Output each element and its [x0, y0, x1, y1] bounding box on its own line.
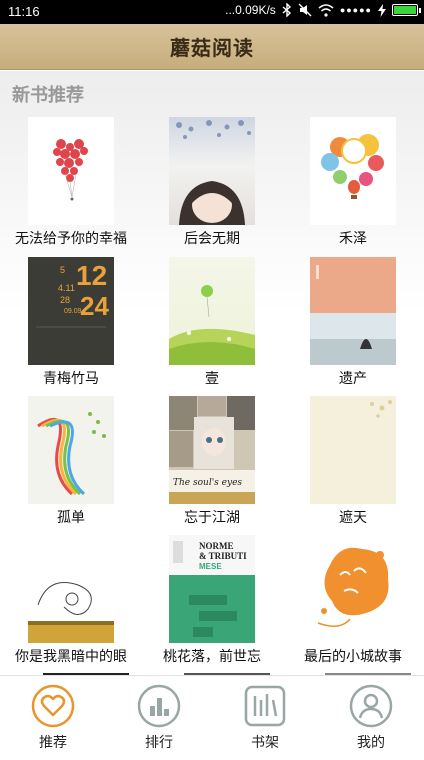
- svg-text:The soul's eyes: The soul's eyes: [173, 478, 242, 488]
- orange-splash-art: [317, 547, 389, 627]
- book-title[interactable]: 禾泽: [283, 228, 423, 248]
- book-title[interactable]: 孤单: [1, 507, 141, 527]
- green-block-art: NORME & TRIBUTI MESE: [169, 535, 255, 643]
- book-cover[interactable]: [310, 117, 396, 225]
- book-title[interactable]: 最后的小城故事: [283, 646, 423, 666]
- book-title[interactable]: 桃花落，前世忘: [142, 646, 282, 666]
- book-cover[interactable]: [28, 535, 114, 643]
- svg-text:12: 12: [76, 260, 107, 291]
- svg-text:09.09: 09.09: [64, 308, 82, 315]
- book-item[interactable]: The soul's eyes 忘于江湖: [142, 396, 282, 527]
- status-bar: 11:16 ...0.09K/s ●●●●●: [0, 0, 424, 24]
- tab-bookshelf[interactable]: 书架: [212, 676, 318, 760]
- book-item[interactable]: 禾泽: [283, 117, 423, 248]
- book-cover[interactable]: 5 12 4.11 28 24 09.09: [28, 257, 114, 365]
- bookshelf-icon[interactable]: [243, 684, 287, 728]
- bottom-tab-bar: 推荐 排行 书架 我的: [0, 675, 424, 760]
- book-title[interactable]: 壹: [142, 368, 282, 388]
- bluetooth-icon: [282, 3, 291, 17]
- book-cover[interactable]: [310, 535, 396, 643]
- book-item[interactable]: 无法给予你的幸福: [1, 117, 141, 248]
- book-item[interactable]: 后会无期: [142, 117, 282, 248]
- photo-collage-art: The soul's eyes: [169, 396, 255, 504]
- book-cover[interactable]: [28, 396, 114, 504]
- svg-text:MESE: MESE: [199, 562, 222, 571]
- section-title: 新书推荐: [12, 85, 84, 106]
- heart-icon[interactable]: [31, 684, 75, 728]
- network-speed: ...0.09K/s: [225, 3, 276, 17]
- book-cover[interactable]: [28, 117, 114, 225]
- svg-text:28: 28: [60, 295, 70, 305]
- book-cover[interactable]: The soul's eyes: [169, 396, 255, 504]
- tab-ranking[interactable]: 排行: [106, 676, 212, 760]
- book-item[interactable]: 你是我黑暗中的眼: [1, 535, 141, 666]
- wifi-icon: [318, 3, 334, 17]
- rainbow-swirl-art: [37, 412, 106, 496]
- svg-text:4.11: 4.11: [58, 283, 75, 293]
- tab-mine[interactable]: 我的: [318, 676, 424, 760]
- book-title[interactable]: 遗产: [283, 368, 423, 388]
- app-header: 蘑菇阅读: [0, 24, 424, 70]
- recommend-page[interactable]: 新书推荐 无法给予你的幸福 后会无期 禾泽 5 12 4.11 28 24 09…: [0, 71, 424, 675]
- tab-label: 推荐: [39, 735, 67, 751]
- battery-icon: [392, 4, 421, 16]
- book-cover[interactable]: [169, 117, 255, 225]
- book-item[interactable]: 壹: [142, 257, 282, 388]
- book-item[interactable]: 遮天: [283, 396, 423, 527]
- tab-label: 书架: [251, 735, 279, 751]
- book-item[interactable]: 孤单: [1, 396, 141, 527]
- tab-label: 我的: [357, 735, 385, 751]
- colorful-balloon-art: [321, 134, 384, 199]
- book-title[interactable]: 遮天: [283, 507, 423, 527]
- book-title[interactable]: 青梅竹马: [1, 368, 141, 388]
- status-icons: ...0.09K/s ●●●●●: [225, 3, 421, 17]
- book-item[interactable]: 5 12 4.11 28 24 09.09 青梅竹马: [1, 257, 141, 388]
- book-cover[interactable]: [310, 257, 396, 365]
- book-title[interactable]: 无法给予你的幸福: [1, 228, 141, 248]
- heart-balloons-art: [53, 139, 88, 201]
- book-item[interactable]: 最后的小城故事: [283, 535, 423, 666]
- book-title[interactable]: 你是我黑暗中的眼: [1, 646, 141, 666]
- app-title: 蘑菇阅读: [170, 36, 254, 60]
- signal-strength: ●●●●●: [339, 5, 372, 15]
- book-item[interactable]: 遗产: [283, 257, 423, 388]
- mute-icon: [298, 3, 312, 17]
- line-sketch-art: [28, 582, 114, 643]
- svg-text:24: 24: [80, 291, 109, 321]
- bar-chart-icon[interactable]: [137, 684, 181, 728]
- cream-floral-art: [370, 400, 392, 418]
- tab-label: 排行: [145, 735, 173, 751]
- user-icon[interactable]: [349, 684, 393, 728]
- salmon-seascape-art: [310, 257, 396, 365]
- svg-text:NORME: NORME: [199, 541, 234, 551]
- svg-text:5: 5: [60, 265, 65, 275]
- tab-recommend[interactable]: 推荐: [0, 676, 106, 760]
- book-cover[interactable]: NORME & TRIBUTI MESE: [169, 535, 255, 643]
- numbers-poster-art: 5 12 4.11 28 24 09.09: [36, 260, 109, 328]
- status-time: 11:16: [8, 4, 40, 19]
- girl-portrait-art: [176, 120, 251, 225]
- book-cover[interactable]: [169, 257, 255, 365]
- svg-text:& TRIBUTI: & TRIBUTI: [199, 551, 247, 561]
- book-title[interactable]: 忘于江湖: [142, 507, 282, 527]
- green-field-art: [169, 285, 255, 365]
- book-cover[interactable]: [310, 396, 396, 504]
- book-title[interactable]: 后会无期: [142, 228, 282, 248]
- book-item[interactable]: NORME & TRIBUTI MESE 桃花落，前世忘: [142, 535, 282, 666]
- charging-icon: [378, 3, 386, 17]
